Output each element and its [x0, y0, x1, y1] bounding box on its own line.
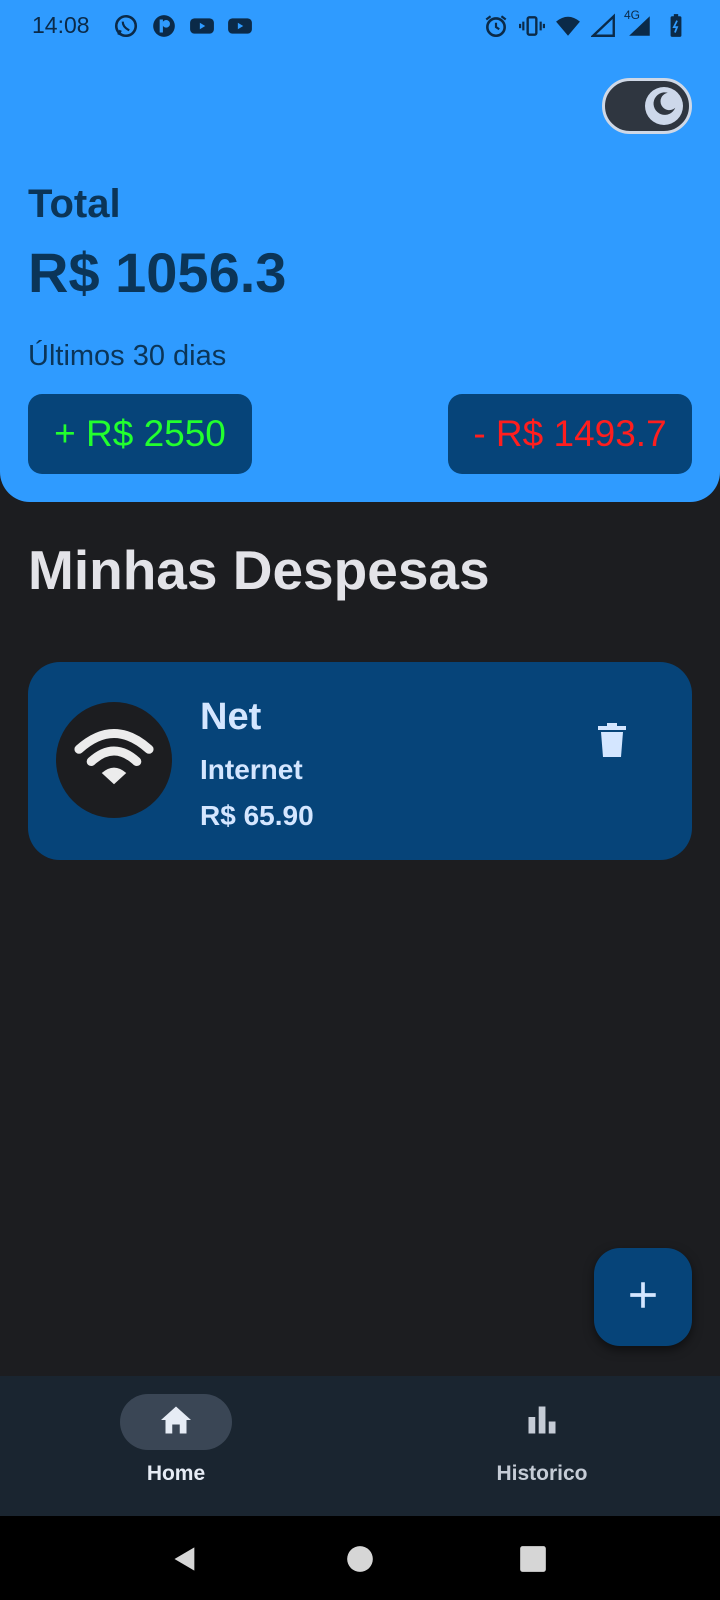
- expense-name: Net: [200, 696, 262, 738]
- expense-category: Internet: [200, 754, 303, 785]
- nav-label-historico: Historico: [496, 1462, 588, 1485]
- bottom-navigation: Home Historico: [0, 1376, 720, 1516]
- summary-header: 14:08 4G Total R$ 1056.3 Últimos 30 dias…: [0, 0, 720, 502]
- vibrate-icon: [518, 12, 546, 40]
- battery-icon: [662, 12, 690, 40]
- signal-icon: [590, 12, 618, 40]
- expense-amount: R$ 65.90: [200, 800, 314, 831]
- delete-expense-button[interactable]: [588, 718, 636, 766]
- period-label: Últimos 30 dias: [28, 340, 227, 372]
- nav-label-home: Home: [146, 1462, 206, 1485]
- total-label: Total: [28, 182, 121, 226]
- total-value: R$ 1056.3: [28, 241, 287, 304]
- system-status-icons: 4G: [482, 8, 690, 40]
- add-expense-button[interactable]: [594, 1248, 692, 1346]
- notification-icons: [112, 12, 254, 40]
- expense-card[interactable]: Net Internet R$ 65.90: [28, 662, 692, 860]
- signal-4g-icon: 4G: [624, 8, 654, 40]
- youtube-icon: [226, 12, 254, 40]
- wifi-icon: [554, 12, 582, 40]
- nav-item-historico[interactable]: Historico: [442, 1394, 642, 1504]
- income-chip: + R$ 2550: [28, 394, 252, 474]
- expense-avatar: [56, 702, 172, 818]
- system-navigation-bar: [0, 1516, 720, 1600]
- dark-mode-toggle[interactable]: [602, 78, 692, 134]
- trash-icon: [596, 722, 628, 763]
- nav-item-home[interactable]: Home: [76, 1394, 276, 1504]
- wifi-icon: [72, 716, 156, 805]
- home-icon: [158, 1402, 194, 1443]
- status-bar: 14:08 4G: [0, 0, 720, 52]
- section-title: Minhas Despesas: [28, 539, 490, 601]
- moon-icon: [649, 89, 679, 124]
- alarm-icon: [482, 12, 510, 40]
- app-icon: [150, 12, 178, 40]
- nav-indicator: [486, 1394, 598, 1450]
- whatsapp-icon: [112, 12, 140, 40]
- nav-indicator: [120, 1394, 232, 1450]
- expense-chip: - R$ 1493.7: [448, 394, 692, 474]
- network-type-label: 4G: [624, 8, 641, 22]
- home-circle-icon[interactable]: [343, 1542, 377, 1576]
- status-time: 14:08: [32, 12, 90, 38]
- plus-icon: [626, 1278, 660, 1317]
- toggle-knob: [645, 87, 683, 125]
- bar-chart-icon: [524, 1402, 560, 1443]
- youtube-icon: [188, 12, 216, 40]
- back-icon[interactable]: [168, 1542, 202, 1576]
- recents-icon[interactable]: [516, 1542, 550, 1576]
